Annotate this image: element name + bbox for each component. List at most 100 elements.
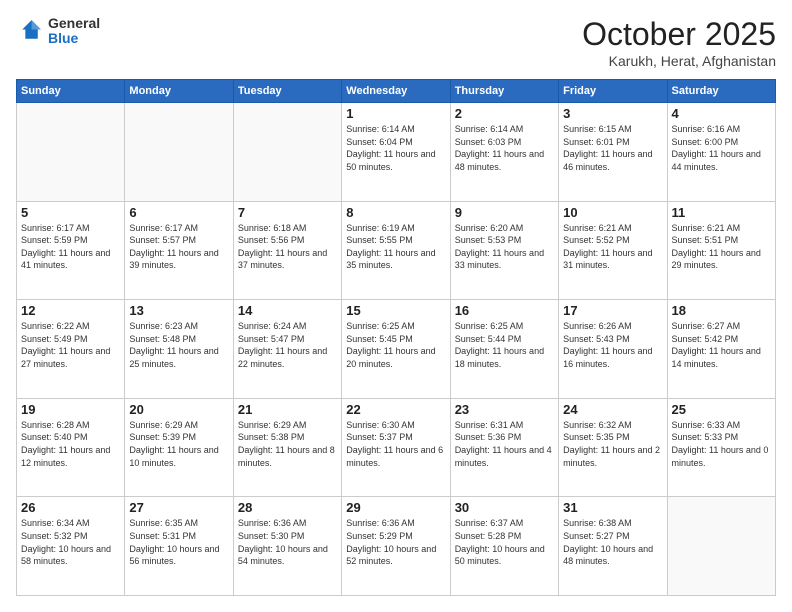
calendar-cell: 12Sunrise: 6:22 AM Sunset: 5:49 PM Dayli… [17, 300, 125, 399]
day-number: 26 [21, 500, 120, 515]
day-info: Sunrise: 6:17 AM Sunset: 5:59 PM Dayligh… [21, 222, 120, 272]
col-header-sunday: Sunday [17, 80, 125, 103]
day-info: Sunrise: 6:35 AM Sunset: 5:31 PM Dayligh… [129, 517, 228, 567]
col-header-saturday: Saturday [667, 80, 775, 103]
calendar-cell: 3 Sunrise: 6:15 AM Sunset: 6:01 PM Daylig… [559, 103, 667, 202]
day-number: 20 [129, 402, 228, 417]
day-number: 17 [563, 303, 662, 318]
calendar-cell: 4 Sunrise: 6:16 AM Sunset: 6:00 PM Daylig… [667, 103, 775, 202]
calendar-cell: 14 Sunrise: 6:24 AM Sunset: 5:47 PM Dayli… [233, 300, 341, 399]
calendar-cell: 21Sunrise: 6:29 AM Sunset: 5:38 PM Dayli… [233, 398, 341, 497]
day-info: Sunrise: 6:36 AM Sunset: 5:29 PM Dayligh… [346, 517, 445, 567]
day-info: Sunrise: 6:29 AM Sunset: 5:39 PM Dayligh… [129, 419, 228, 469]
day-info: Sunrise: 6:21 AM Sunset: 5:52 PM Dayligh… [563, 222, 662, 272]
calendar-cell: 7 Sunrise: 6:18 AM Sunset: 5:56 PM Daylig… [233, 201, 341, 300]
day-info: Sunrise: 6:38 AM Sunset: 5:27 PM Dayligh… [563, 517, 662, 567]
day-info: Sunrise: 6:17 AM Sunset: 5:57 PM Dayligh… [129, 222, 228, 272]
calendar-header-row: SundayMondayTuesdayWednesdayThursdayFrid… [17, 80, 776, 103]
location: Karukh, Herat, Afghanistan [582, 53, 776, 69]
day-info: Sunrise: 6:25 AM Sunset: 5:44 PM Dayligh… [455, 320, 554, 370]
calendar-week-row: 12Sunrise: 6:22 AM Sunset: 5:49 PM Dayli… [17, 300, 776, 399]
day-number: 16 [455, 303, 554, 318]
title-block: October 2025 Karukh, Herat, Afghanistan [582, 16, 776, 69]
calendar-cell: 16 Sunrise: 6:25 AM Sunset: 5:44 PM Dayli… [450, 300, 558, 399]
day-number: 22 [346, 402, 445, 417]
calendar-week-row: 26Sunrise: 6:34 AM Sunset: 5:32 PM Dayli… [17, 497, 776, 596]
calendar-cell: 18Sunrise: 6:27 AM Sunset: 5:42 PM Dayli… [667, 300, 775, 399]
day-info: Sunrise: 6:31 AM Sunset: 5:36 PM Dayligh… [455, 419, 554, 469]
day-number: 6 [129, 205, 228, 220]
calendar-cell: 19 Sunrise: 6:28 AM Sunset: 5:40 PM Dayli… [17, 398, 125, 497]
day-number: 14 [238, 303, 337, 318]
calendar-cell: 9Sunrise: 6:20 AM Sunset: 5:53 PM Daylig… [450, 201, 558, 300]
day-number: 28 [238, 500, 337, 515]
day-info: Sunrise: 6:23 AM Sunset: 5:48 PM Dayligh… [129, 320, 228, 370]
day-number: 2 [455, 106, 554, 121]
day-number: 11 [672, 205, 771, 220]
day-info: Sunrise: 6:27 AM Sunset: 5:42 PM Dayligh… [672, 320, 771, 370]
calendar-week-row: 19 Sunrise: 6:28 AM Sunset: 5:40 PM Dayli… [17, 398, 776, 497]
calendar-cell: 26Sunrise: 6:34 AM Sunset: 5:32 PM Dayli… [17, 497, 125, 596]
day-info: Sunrise: 6:24 AM Sunset: 5:47 PM Dayligh… [238, 320, 337, 370]
day-number: 21 [238, 402, 337, 417]
calendar-cell: 25Sunrise: 6:33 AM Sunset: 5:33 PM Dayli… [667, 398, 775, 497]
day-info: Sunrise: 6:14 AM Sunset: 6:04 PM Dayligh… [346, 123, 445, 173]
calendar-week-row: 1 Sunrise: 6:14 AM Sunset: 6:04 PM Daylig… [17, 103, 776, 202]
logo-icon [16, 17, 44, 45]
day-number: 30 [455, 500, 554, 515]
day-number: 3 [563, 106, 662, 121]
col-header-monday: Monday [125, 80, 233, 103]
calendar-cell [667, 497, 775, 596]
calendar-cell: 30 Sunrise: 6:37 AM Sunset: 5:28 PM Dayli… [450, 497, 558, 596]
calendar-cell: 20 Sunrise: 6:29 AM Sunset: 5:39 PM Dayli… [125, 398, 233, 497]
day-info: Sunrise: 6:18 AM Sunset: 5:56 PM Dayligh… [238, 222, 337, 272]
calendar-cell: 2 Sunrise: 6:14 AM Sunset: 6:03 PM Daylig… [450, 103, 558, 202]
day-info: Sunrise: 6:37 AM Sunset: 5:28 PM Dayligh… [455, 517, 554, 567]
col-header-thursday: Thursday [450, 80, 558, 103]
calendar-cell: 15 Sunrise: 6:25 AM Sunset: 5:45 PM Dayli… [342, 300, 450, 399]
day-number: 12 [21, 303, 120, 318]
calendar-cell: 22Sunrise: 6:30 AM Sunset: 5:37 PM Dayli… [342, 398, 450, 497]
calendar-cell: 31 Sunrise: 6:38 AM Sunset: 5:27 PM Dayli… [559, 497, 667, 596]
day-number: 15 [346, 303, 445, 318]
calendar-cell: 28 Sunrise: 6:36 AM Sunset: 5:30 PM Dayli… [233, 497, 341, 596]
day-number: 4 [672, 106, 771, 121]
logo: General Blue [16, 16, 100, 47]
day-number: 7 [238, 205, 337, 220]
day-number: 13 [129, 303, 228, 318]
calendar-cell [17, 103, 125, 202]
col-header-friday: Friday [559, 80, 667, 103]
day-number: 31 [563, 500, 662, 515]
calendar-table: SundayMondayTuesdayWednesdayThursdayFrid… [16, 79, 776, 596]
day-info: Sunrise: 6:14 AM Sunset: 6:03 PM Dayligh… [455, 123, 554, 173]
calendar-cell: 5 Sunrise: 6:17 AM Sunset: 5:59 PM Daylig… [17, 201, 125, 300]
day-info: Sunrise: 6:28 AM Sunset: 5:40 PM Dayligh… [21, 419, 120, 469]
day-info: Sunrise: 6:15 AM Sunset: 6:01 PM Dayligh… [563, 123, 662, 173]
day-info: Sunrise: 6:36 AM Sunset: 5:30 PM Dayligh… [238, 517, 337, 567]
day-info: Sunrise: 6:16 AM Sunset: 6:00 PM Dayligh… [672, 123, 771, 173]
calendar-cell: 29 Sunrise: 6:36 AM Sunset: 5:29 PM Dayli… [342, 497, 450, 596]
day-info: Sunrise: 6:25 AM Sunset: 5:45 PM Dayligh… [346, 320, 445, 370]
day-number: 27 [129, 500, 228, 515]
day-number: 29 [346, 500, 445, 515]
day-info: Sunrise: 6:33 AM Sunset: 5:33 PM Dayligh… [672, 419, 771, 469]
header: General Blue October 2025 Karukh, Herat,… [16, 16, 776, 69]
calendar-cell [233, 103, 341, 202]
calendar-week-row: 5 Sunrise: 6:17 AM Sunset: 5:59 PM Daylig… [17, 201, 776, 300]
calendar-cell: 11 Sunrise: 6:21 AM Sunset: 5:51 PM Dayli… [667, 201, 775, 300]
day-number: 1 [346, 106, 445, 121]
day-number: 23 [455, 402, 554, 417]
day-info: Sunrise: 6:20 AM Sunset: 5:53 PM Dayligh… [455, 222, 554, 272]
day-number: 19 [21, 402, 120, 417]
col-header-tuesday: Tuesday [233, 80, 341, 103]
day-info: Sunrise: 6:21 AM Sunset: 5:51 PM Dayligh… [672, 222, 771, 272]
calendar-cell: 8Sunrise: 6:19 AM Sunset: 5:55 PM Daylig… [342, 201, 450, 300]
col-header-wednesday: Wednesday [342, 80, 450, 103]
day-info: Sunrise: 6:26 AM Sunset: 5:43 PM Dayligh… [563, 320, 662, 370]
calendar-cell: 10 Sunrise: 6:21 AM Sunset: 5:52 PM Dayli… [559, 201, 667, 300]
day-number: 24 [563, 402, 662, 417]
day-number: 10 [563, 205, 662, 220]
day-number: 5 [21, 205, 120, 220]
calendar-cell: 23 Sunrise: 6:31 AM Sunset: 5:36 PM Dayli… [450, 398, 558, 497]
calendar-cell: 27 Sunrise: 6:35 AM Sunset: 5:31 PM Dayli… [125, 497, 233, 596]
